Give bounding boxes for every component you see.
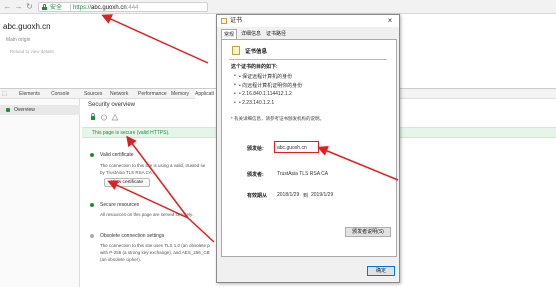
security-sidebar: Overview xyxy=(0,99,80,287)
purpose-item: • 向远程计算机证明你的身份 xyxy=(234,82,302,89)
purpose-item: • 保证远程计算机的身份 xyxy=(234,73,292,80)
section-text: (an obsolete cipher). xyxy=(100,257,142,262)
tab-network[interactable]: Network xyxy=(110,89,128,99)
validity-to-label: 到 xyxy=(303,193,309,199)
browser-toolbar: ← → ↻ 安全 https://abc.guoxh.cn:444 xyxy=(0,0,556,14)
tab-sources[interactable]: Sources xyxy=(84,89,102,99)
tab-cert-path[interactable]: 证书路径 xyxy=(264,29,288,39)
issued-by-label: 颁发者: xyxy=(247,172,264,178)
secure-label[interactable]: 安全 xyxy=(50,4,62,12)
dialog-titlebar: 证书 × xyxy=(217,15,399,27)
dialog-title: 证书 xyxy=(230,18,243,24)
certificate-icon xyxy=(221,18,227,24)
tab-elements[interactable]: Elements xyxy=(19,89,40,99)
issued-to-label: 颁发给: xyxy=(247,146,264,152)
tab-general[interactable]: 常规 xyxy=(221,29,238,39)
url-text[interactable]: https://abc.guoxh.cn:444 xyxy=(73,4,138,12)
purpose-item: • 2.23.140.1.2.1 xyxy=(234,100,274,106)
dialog-tabs: 常规 详细信息 证书路径 xyxy=(221,29,397,39)
tab-application[interactable]: Applicati xyxy=(195,89,216,99)
view-certificate-button[interactable]: View certificate xyxy=(104,178,150,187)
green-dot-icon xyxy=(90,153,94,157)
green-dot-icon xyxy=(90,203,94,207)
arrow-to-url xyxy=(101,14,209,64)
main-origin-label: Main origin xyxy=(6,37,31,43)
secure-lock-shackle xyxy=(91,113,95,116)
section-text: with P-256 (a strong key exchange), and … xyxy=(100,250,210,255)
divider xyxy=(229,59,387,60)
devtools-inspect-icon[interactable]: ⬚ xyxy=(2,89,7,99)
reload-note: Reload to view details xyxy=(10,49,54,54)
address-separator xyxy=(70,4,71,11)
neutral-info-icon xyxy=(101,114,107,121)
insecure-warning-icon xyxy=(111,113,119,121)
validity-to: 2019/1/29 xyxy=(311,192,334,198)
security-overview-title: Security overview xyxy=(88,102,136,108)
validity-label: 有效期从 xyxy=(247,193,268,199)
section-title: Obsolete connection settings xyxy=(100,233,165,239)
sidebar-item-label: Overview xyxy=(14,107,35,113)
section-text: The connection to this site uses TLS 1.0… xyxy=(100,243,210,248)
lock-icon xyxy=(6,108,10,112)
reload-icon[interactable]: ↻ xyxy=(25,2,34,11)
back-icon[interactable]: ← xyxy=(3,2,12,11)
purpose-title: 这个证书的目的如下: xyxy=(231,64,278,70)
url-scheme: https:// xyxy=(73,5,92,11)
security-state-icons xyxy=(90,113,120,121)
cert-info-title: 证书信息 xyxy=(245,49,268,55)
section-text: The connection to this site is using a v… xyxy=(100,163,206,168)
validity-from: 2018/1/29 xyxy=(277,192,300,198)
forward-icon[interactable]: → xyxy=(14,2,23,11)
issued-to-highlight xyxy=(274,141,319,153)
section-title: Valid certificate xyxy=(100,152,134,158)
sidebar-item-overview[interactable]: Overview xyxy=(0,105,80,115)
section-text: by TrustAsia TLS RSA CA. xyxy=(100,170,154,175)
section-text: All resources on this page are served se… xyxy=(100,212,194,217)
section-title: Secure resources xyxy=(100,202,140,208)
url-host: abc.guoxh.cn xyxy=(91,5,127,11)
certificate-dialog: 证书 × 常规 详细信息 证书路径 证书信息 这个证书的目的如下: • 保证远程… xyxy=(216,14,400,283)
address-bar[interactable]: 安全 https://abc.guoxh.cn:444 xyxy=(38,2,208,12)
gray-dot-icon xyxy=(90,234,94,238)
ok-button[interactable]: 确定 xyxy=(367,266,395,276)
issuer-statement-button[interactable]: 颁发者说明(S) xyxy=(345,227,391,237)
certificate-icon xyxy=(232,46,240,55)
tab-console[interactable]: Console xyxy=(51,89,69,99)
tab-details[interactable]: 详细信息 xyxy=(239,29,263,39)
purpose-item: • 2.16.840.1.114412.1.2 xyxy=(234,91,292,97)
lock-icon[interactable] xyxy=(42,4,47,10)
url-port: :444 xyxy=(126,5,139,11)
secure-lock-icon xyxy=(91,116,95,120)
secure-banner-text: This page is secure (valid HTTPS). xyxy=(92,130,170,136)
tab-performance[interactable]: Performance xyxy=(138,89,167,99)
issued-by-value: TrustAsia TLS RSA CA xyxy=(277,171,329,177)
tab-memory[interactable]: Memory xyxy=(171,89,189,99)
cert-note: * 有关详细信息，请参考证书颁发机构的说明。 xyxy=(231,116,324,121)
page-host-text: abc.guoxh.cn xyxy=(3,22,51,31)
close-icon[interactable]: × xyxy=(383,16,397,26)
